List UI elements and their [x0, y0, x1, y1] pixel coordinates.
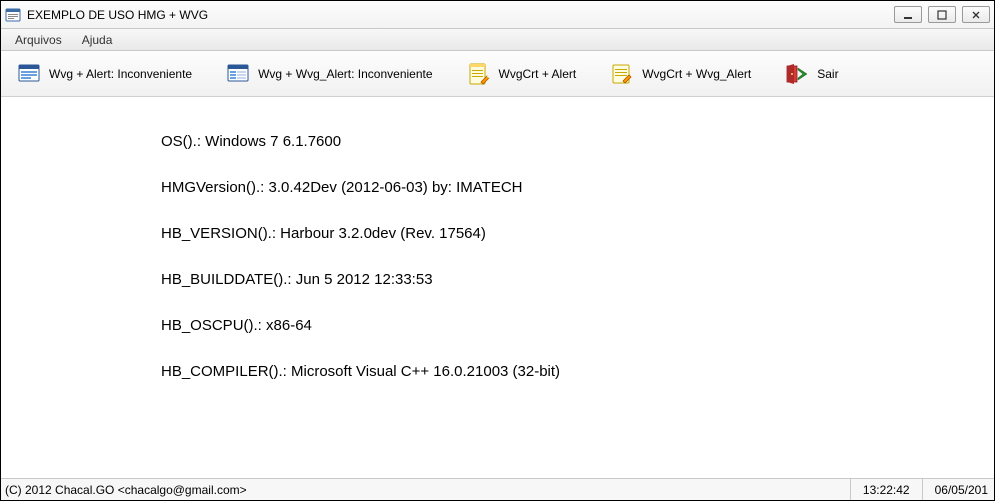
minimize-button[interactable]	[894, 6, 922, 23]
content-area: OS().: Windows 7 6.1.7600 HMGVersion().:…	[1, 97, 994, 478]
toolbar-btn-wvgcrt-wvgalert[interactable]: WvgCrt + Wvg_Alert	[602, 58, 759, 90]
exit-icon	[785, 62, 809, 86]
toolbar-btn-wvgcrt-alert[interactable]: WvgCrt + Alert	[459, 58, 585, 90]
app-icon	[5, 7, 21, 23]
info-line-os: OS().: Windows 7 6.1.7600	[161, 133, 994, 151]
menu-arquivos[interactable]: Arquivos	[5, 29, 72, 50]
statusbar: (C) 2012 Chacal.GO <chacalgo@gmail.com> …	[1, 478, 994, 500]
window-controls	[894, 6, 990, 23]
toolbar-btn-label: Wvg + Alert: Inconveniente	[49, 67, 192, 81]
status-time: 13:22:42	[851, 479, 923, 500]
notepad-icon	[467, 62, 491, 86]
maximize-button[interactable]	[928, 6, 956, 23]
toolbar-btn-label: Sair	[817, 67, 838, 81]
close-button[interactable]	[962, 6, 990, 23]
info-line-hbversion: HB_VERSION().: Harbour 3.2.0dev (Rev. 17…	[161, 225, 994, 243]
toolbar-btn-label: Wvg + Wvg_Alert: Inconveniente	[258, 67, 432, 81]
toolbar-btn-wvg-alert[interactable]: Wvg + Alert: Inconveniente	[9, 58, 200, 90]
menu-ajuda[interactable]: Ajuda	[72, 29, 123, 50]
status-date: 06/05/201	[923, 479, 994, 500]
app-window: EXEMPLO DE USO HMG + WVG Arquivos Ajuda	[0, 0, 995, 501]
toolbar-btn-wvg-wvgalert[interactable]: Wvg + Wvg_Alert: Inconveniente	[218, 58, 440, 90]
menubar: Arquivos Ajuda	[1, 29, 994, 51]
info-line-hmgversion: HMGVersion().: 3.0.42Dev (2012-06-03) by…	[161, 179, 994, 197]
toolbar-btn-label: WvgCrt + Alert	[499, 67, 577, 81]
info-line-hbbuilddate: HB_BUILDDATE().: Jun 5 2012 12:33:53	[161, 271, 994, 289]
window-title: EXEMPLO DE USO HMG + WVG	[27, 8, 894, 22]
toolbar-btn-sair[interactable]: Sair	[777, 58, 846, 90]
note-edit-icon	[610, 62, 634, 86]
titlebar: EXEMPLO DE USO HMG + WVG	[1, 1, 994, 29]
status-copyright: (C) 2012 Chacal.GO <chacalgo@gmail.com>	[1, 479, 851, 500]
info-line-hboscpu: HB_OSCPU().: x86-64	[161, 317, 994, 335]
form-icon	[226, 62, 250, 86]
info-line-hbcompiler: HB_COMPILER().: Microsoft Visual C++ 16.…	[161, 363, 994, 381]
toolbar: Wvg + Alert: Inconveniente Wvg + Wvg_Ale…	[1, 51, 994, 97]
window-icon	[17, 62, 41, 86]
toolbar-btn-label: WvgCrt + Wvg_Alert	[642, 67, 751, 81]
